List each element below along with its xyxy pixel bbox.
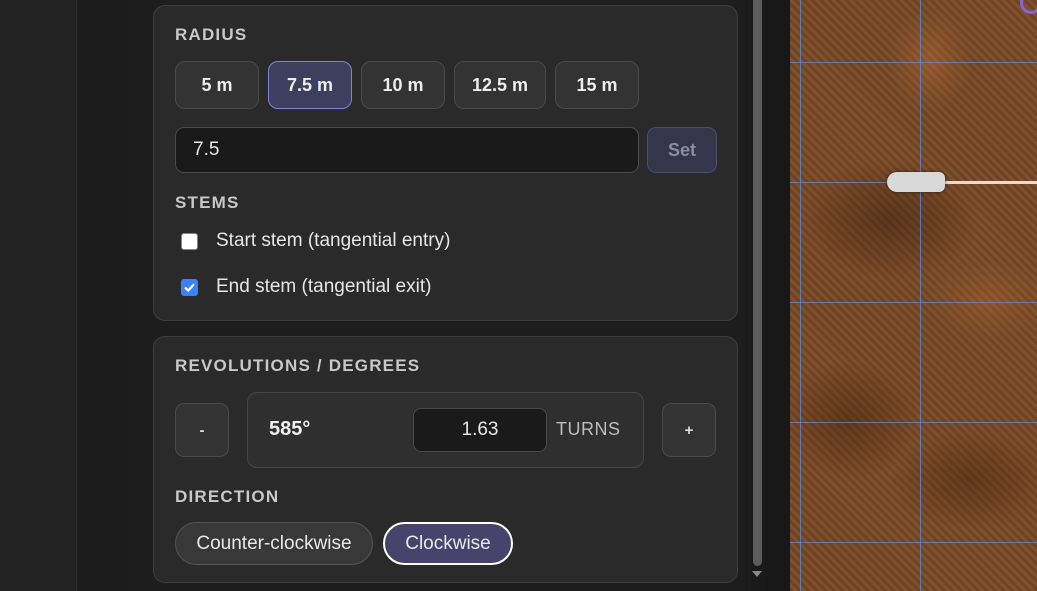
path-line [940, 181, 1037, 184]
radius-preset-7-5m[interactable]: 7.5 m [268, 61, 352, 109]
radius-preset-12-5m[interactable]: 12.5 m [454, 61, 546, 109]
degrees-box: 585° 1.63 TURNS [247, 392, 644, 468]
set-radius-button[interactable]: Set [647, 127, 717, 173]
direction-section-label: DIRECTION [175, 487, 280, 506]
grid-line [920, 0, 921, 591]
radius-preset-10m[interactable]: 10 m [361, 61, 445, 109]
start-stem-checkbox[interactable] [181, 232, 198, 250]
grid-line [790, 542, 1037, 543]
turns-unit-label: TURNS [556, 419, 621, 439]
radius-preset-15m[interactable]: 15 m [555, 61, 639, 109]
left-sidebar [0, 0, 76, 591]
revolutions-section-label: REVOLUTIONS / DEGREES [175, 356, 421, 375]
grid-line [800, 0, 801, 591]
turns-input[interactable]: 1.63 [413, 408, 547, 452]
waypoint-marker-icon[interactable] [1020, 0, 1037, 14]
grid-line [790, 422, 1037, 423]
robot-icon[interactable] [887, 172, 945, 192]
checkmark-icon [184, 282, 195, 292]
counter-clockwise-button[interactable]: Counter-clockwise [175, 522, 373, 565]
degrees-value: 585° [269, 418, 311, 440]
start-stem-row[interactable]: Start stem (tangential entry) [181, 230, 450, 252]
radius-stems-card: RADIUS 5 m 7.5 m 10 m 12.5 m 15 m 7.5 Se… [153, 5, 738, 321]
decrement-button[interactable]: - [175, 403, 229, 457]
start-stem-label: Start stem (tangential entry) [216, 230, 451, 251]
divider [765, 0, 790, 591]
grid-line [790, 62, 1037, 63]
left-gutter [76, 0, 130, 591]
end-stem-checkbox[interactable] [181, 278, 198, 296]
map-view[interactable] [790, 0, 1037, 591]
revolutions-direction-card: REVOLUTIONS / DEGREES - 585° 1.63 TURNS … [153, 336, 738, 583]
clockwise-button[interactable]: Clockwise [383, 522, 513, 565]
stems-section-label: STEMS [175, 193, 240, 212]
increment-button[interactable]: + [662, 403, 716, 457]
radius-input[interactable]: 7.5 [175, 127, 639, 173]
scrollbar-thumb[interactable] [753, 0, 762, 566]
scroll-down-arrow-icon[interactable] [752, 571, 762, 577]
end-stem-label: End stem (tangential exit) [216, 276, 432, 297]
end-stem-row[interactable]: End stem (tangential exit) [181, 276, 431, 298]
grid-line [790, 302, 1037, 303]
radius-section-label: RADIUS [175, 25, 248, 44]
radius-preset-5m[interactable]: 5 m [175, 61, 259, 109]
